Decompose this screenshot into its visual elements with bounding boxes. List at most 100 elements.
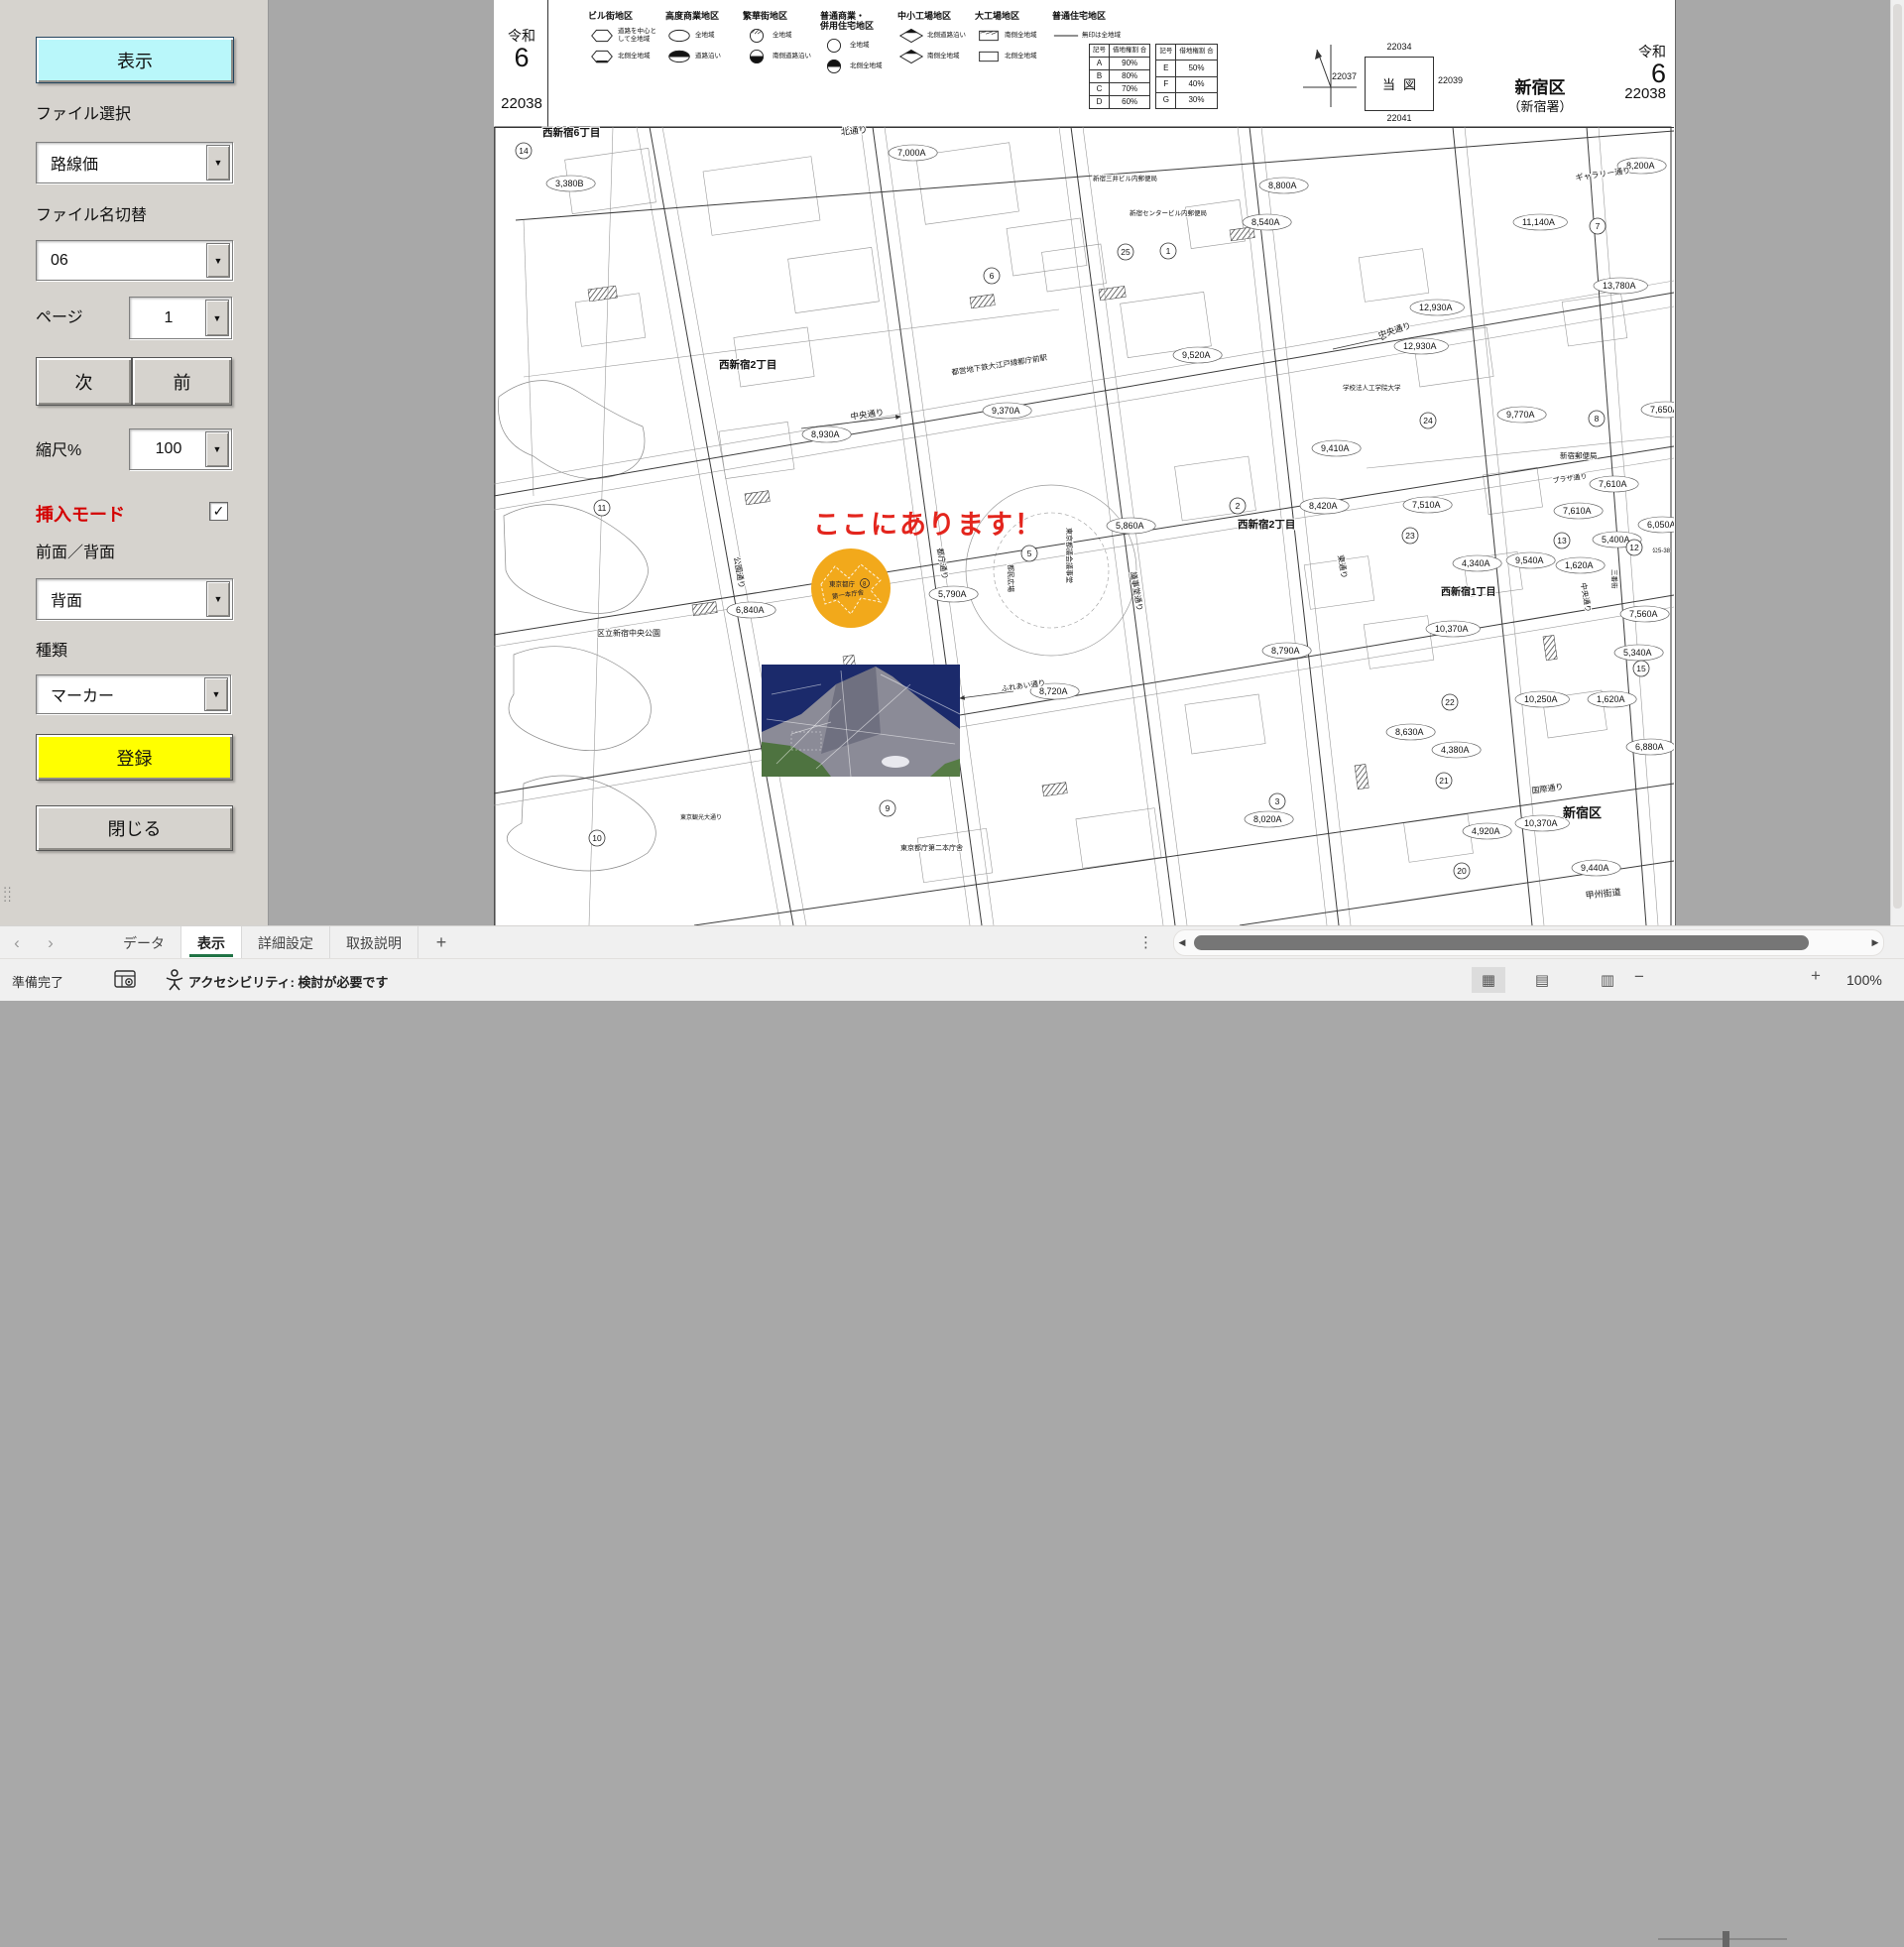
register-button[interactable]: 登録 bbox=[36, 734, 233, 781]
building-outline bbox=[1042, 244, 1107, 292]
price-label: 3,380B bbox=[555, 179, 584, 188]
chevron-down-icon[interactable]: ▼ bbox=[206, 145, 230, 181]
map-label: 国際通り bbox=[1531, 782, 1564, 795]
display-button[interactable]: 表示 bbox=[36, 37, 234, 83]
map-label: 西新宿2丁目 bbox=[719, 358, 776, 371]
numbered-circle-label: 2 bbox=[1236, 501, 1241, 511]
sheet-tab-shousai[interactable]: 詳細設定 bbox=[242, 926, 330, 959]
map-label: 学校法人工学院大学 bbox=[1343, 383, 1401, 392]
page-combo[interactable]: 1 ▼ bbox=[129, 297, 232, 339]
numbered-circle-label: 3 bbox=[1275, 796, 1280, 806]
prev-button[interactable]: 前 bbox=[132, 357, 232, 406]
map-label: 東京都議会議事堂 bbox=[1065, 528, 1074, 583]
file-select-combo[interactable]: 路線価 ▼ bbox=[36, 142, 233, 183]
building-outline bbox=[734, 327, 814, 387]
sheet-tab-toriatsukai[interactable]: 取扱説明 bbox=[330, 926, 418, 959]
highlight-marker[interactable]: 東京都庁8第一本庁舎 bbox=[811, 548, 891, 628]
zoom-out-button[interactable]: − bbox=[1634, 967, 1644, 987]
station-entrance-hatch bbox=[1042, 783, 1067, 796]
price-label: 4,340A bbox=[1462, 558, 1490, 568]
price-label: 11,140A bbox=[1522, 217, 1555, 227]
chevron-down-icon[interactable]: ▼ bbox=[206, 581, 230, 617]
map-label: 中央通り bbox=[1377, 320, 1412, 340]
vertical-scrollbar[interactable] bbox=[1890, 0, 1904, 925]
panel-resize-dots[interactable]: ∷∷ bbox=[4, 887, 11, 905]
close-button[interactable]: 閉じる bbox=[36, 805, 233, 851]
macro-record-icon[interactable] bbox=[114, 970, 136, 989]
price-label: 10,370A bbox=[1524, 818, 1558, 828]
price-label: 7,650A bbox=[1650, 405, 1674, 415]
numbered-circle-label: 20 bbox=[1457, 866, 1467, 876]
file-switch-combo[interactable]: 06 ▼ bbox=[36, 240, 233, 281]
numbered-circle-label: 9 bbox=[886, 803, 891, 813]
numbered-circle-label: 21 bbox=[1439, 776, 1449, 786]
next-button[interactable]: 次 bbox=[36, 357, 132, 406]
front-back-value: 背面 bbox=[37, 587, 204, 611]
normal-view-icon[interactable]: ▦ bbox=[1472, 967, 1505, 993]
chevron-down-icon[interactable]: ▼ bbox=[205, 431, 229, 467]
horizontal-scrollbar[interactable]: ◀ ▶ bbox=[1173, 929, 1884, 956]
page-break-view-icon[interactable]: ▥ bbox=[1591, 967, 1624, 993]
chevron-down-icon[interactable]: ▼ bbox=[206, 243, 230, 278]
map-label: 新宿区 bbox=[1563, 805, 1602, 820]
street-line-minor bbox=[662, 127, 806, 925]
chevron-down-icon[interactable]: ▼ bbox=[204, 677, 228, 711]
price-label: 4,380A bbox=[1441, 745, 1470, 755]
price-label: 9,440A bbox=[1581, 863, 1609, 873]
street-line-minor bbox=[589, 127, 613, 925]
control-panel: 表示 ファイル選択 路線価 ▼ ファイル名切替 06 ▼ ページ 1 ▼ 次 前… bbox=[0, 0, 269, 925]
price-label: 9,370A bbox=[992, 406, 1020, 416]
map-label: 甲州街道 bbox=[1585, 886, 1621, 901]
here-callout-text[interactable]: ここにあります！ bbox=[813, 510, 1043, 541]
street-line-minor bbox=[1367, 436, 1674, 468]
zoom-percentage[interactable]: 100% bbox=[1846, 972, 1882, 988]
ready-status: 準備完了 bbox=[12, 972, 63, 991]
price-label: 7,510A bbox=[1412, 500, 1441, 510]
building-outline bbox=[1185, 694, 1265, 754]
scale-combo[interactable]: 100 ▼ bbox=[129, 428, 232, 470]
kind-combo[interactable]: マーカー ▼ bbox=[36, 674, 231, 714]
sheet-tab-hyouji[interactable]: 表示 bbox=[181, 926, 242, 959]
tab-scroll-right-icon[interactable]: › bbox=[34, 926, 67, 959]
tab-overflow-icon[interactable]: ⋮ bbox=[1138, 933, 1153, 951]
street-line bbox=[650, 127, 793, 925]
scroll-left-icon[interactable]: ◀ bbox=[1174, 937, 1190, 948]
add-sheet-button[interactable]: + bbox=[418, 926, 464, 959]
zoom-in-button[interactable]: + bbox=[1811, 966, 1821, 986]
price-label: 10,250A bbox=[1524, 694, 1558, 704]
numbered-circle-label: 1 bbox=[1166, 246, 1171, 256]
map-label: ギャラリー通り bbox=[1575, 165, 1631, 183]
building-outline bbox=[1364, 616, 1434, 669]
map-label: プラザ通り bbox=[1552, 471, 1588, 485]
front-back-combo[interactable]: 背面 ▼ bbox=[36, 578, 233, 620]
price-label: 1,620A bbox=[1597, 694, 1625, 704]
inserted-photo[interactable] bbox=[762, 665, 960, 777]
price-label: 8,790A bbox=[1271, 646, 1300, 656]
numbered-circle-label: 23 bbox=[1405, 531, 1415, 541]
price-label: 8,800A bbox=[1268, 181, 1297, 190]
park-outline bbox=[509, 647, 651, 751]
accessibility-status[interactable]: アクセシビリティ: 検討が必要です bbox=[188, 972, 389, 991]
scroll-right-icon[interactable]: ▶ bbox=[1867, 937, 1883, 948]
price-label: 7,000A bbox=[897, 148, 926, 158]
tab-scroll-left-icon[interactable]: ‹ bbox=[0, 926, 34, 959]
price-label: 12,930A bbox=[1403, 341, 1437, 351]
station-entrance-hatch bbox=[970, 295, 995, 308]
numbered-circle-label: 7 bbox=[1596, 221, 1601, 231]
vertical-scrollbar-thumb[interactable] bbox=[1893, 4, 1902, 909]
numbered-circle-label: 5 bbox=[1027, 548, 1032, 558]
page-layout-view-icon[interactable]: ▤ bbox=[1525, 967, 1559, 993]
accessibility-icon[interactable] bbox=[165, 968, 184, 991]
zoom-slider-thumb[interactable] bbox=[1723, 1931, 1729, 1947]
chevron-down-icon[interactable]: ▼ bbox=[205, 300, 229, 336]
horizontal-scrollbar-thumb[interactable] bbox=[1194, 935, 1809, 950]
building-outline bbox=[917, 828, 993, 882]
insert-mode-checkbox[interactable]: ✓ bbox=[209, 502, 228, 521]
price-label: 10,370A bbox=[1435, 624, 1469, 634]
price-label: 6,050A bbox=[1647, 520, 1674, 530]
sheet-tab-data[interactable]: データ bbox=[107, 926, 181, 959]
price-label: 8,930A bbox=[811, 429, 840, 439]
price-label: 5,790A bbox=[938, 589, 967, 599]
file-select-label: ファイル選択 bbox=[36, 100, 131, 124]
street-line-minor bbox=[637, 127, 780, 925]
